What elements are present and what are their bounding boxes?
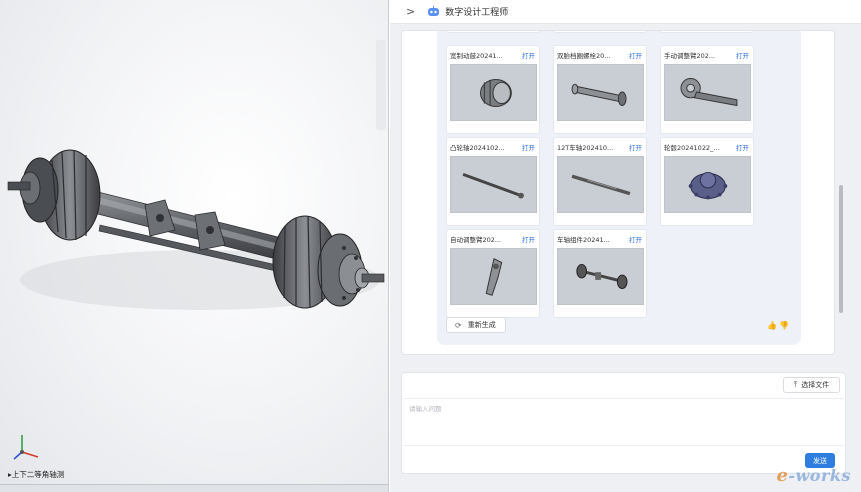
result-message-card: 宽制动鼓20241... 打开 双胎档圈螺栓20... 打开 手动调整臂202.…	[437, 31, 801, 345]
open-link[interactable]: 打开	[736, 142, 749, 152]
model-name: 车轴组件20241...	[557, 236, 610, 244]
viewport-status-bar	[0, 484, 388, 492]
model-card[interactable]: 12T车轴202410... 打开	[553, 137, 647, 226]
drum-part-thumbnail	[450, 64, 537, 121]
regenerate-label: 重新生成	[467, 321, 496, 329]
bolt-part-thumbnail	[557, 64, 644, 121]
model-name: 12T车轴202410...	[557, 144, 614, 152]
shaft-part-thumbnail	[557, 156, 644, 213]
open-link[interactable]: 打开	[522, 234, 535, 244]
collapse-chevron-icon[interactable]: >	[406, 5, 415, 18]
triad-axis-icon	[13, 435, 39, 460]
model-name: 双胎档圈螺栓20...	[557, 52, 611, 60]
thumbs-up-icon[interactable]: 👍	[767, 321, 777, 330]
model-name: 自动调整臂202...	[450, 236, 502, 244]
assistant-panel: > 数字设计工程师 宽制动鼓20241... 打开 双胎档圈螺栓20... 打开…	[390, 0, 861, 492]
composer: ⤒ 选择文件 请输入问题 发送	[401, 372, 846, 474]
axle-model[interactable]	[0, 0, 389, 492]
question-placeholder: 请输入问题	[409, 405, 442, 413]
auto-arm-part-thumbnail	[450, 248, 537, 305]
hub-part-thumbnail	[664, 156, 751, 213]
cad-viewport[interactable]: ▸上下二等角轴测	[0, 0, 389, 492]
chat-history[interactable]: 宽制动鼓20241... 打开 双胎档圈螺栓20... 打开 手动调整臂202.…	[401, 30, 835, 355]
chat-scrollbar[interactable]	[838, 30, 844, 355]
axle-assembly-part-thumbnail	[557, 248, 644, 305]
open-link[interactable]: 打开	[629, 50, 642, 60]
model-card[interactable]: 自动调整臂202... 打开	[446, 229, 540, 318]
open-link[interactable]: 打开	[522, 50, 535, 60]
thumbs-down-icon[interactable]: 👎	[779, 321, 789, 330]
previous-item-stub	[660, 31, 754, 33]
chat-scrollbar-thumb[interactable]	[839, 185, 843, 313]
model-name: 手动调整臂202...	[664, 52, 716, 60]
open-link[interactable]: 打开	[629, 234, 642, 244]
model-card[interactable]: 轮毂20241022_... 打开	[660, 137, 754, 226]
question-input[interactable]: 请输入问题	[403, 398, 844, 446]
model-card[interactable]: 手动调整臂202... 打开	[660, 45, 754, 134]
previous-item-stub	[553, 31, 647, 33]
upload-icon: ⤒	[793, 380, 798, 389]
model-card[interactable]: 凸轮轴2024102... 打开	[446, 137, 540, 226]
regenerate-button[interactable]: ⟳ 重新生成	[446, 317, 506, 333]
refresh-icon: ⟳	[455, 320, 462, 330]
choose-file-button[interactable]: ⤒ 选择文件	[783, 377, 840, 393]
model-card[interactable]: 双胎档圈螺栓20... 打开	[553, 45, 647, 134]
previous-item-stub	[446, 31, 540, 33]
model-name: 凸轮轴2024102...	[450, 144, 505, 152]
model-card[interactable]: 宽制动鼓20241... 打开	[446, 45, 540, 134]
assistant-title: 数字设计工程师	[445, 8, 509, 18]
camshaft-part-thumbnail	[450, 156, 537, 213]
choose-file-label: 选择文件	[801, 381, 830, 389]
robot-icon	[428, 6, 440, 16]
model-name: 轮毂20241022_...	[664, 144, 720, 152]
open-link[interactable]: 打开	[629, 142, 642, 152]
view-orientation-label: ▸上下二等角轴测	[8, 470, 65, 479]
arm-part-thumbnail	[664, 64, 751, 121]
open-link[interactable]: 打开	[522, 142, 535, 152]
viewport-scrollbar[interactable]	[376, 40, 386, 130]
model-name: 宽制动鼓20241...	[450, 52, 503, 60]
e-works-watermark: e-works	[776, 465, 851, 486]
open-link[interactable]: 打开	[736, 50, 749, 60]
model-card[interactable]: 车轴组件20241... 打开	[553, 229, 647, 318]
app-root: ▸上下二等角轴测 > 数字设计工程师 宽制动鼓20241... 打开 双胎档圈螺…	[0, 0, 861, 492]
assistant-header: > 数字设计工程师	[390, 0, 861, 24]
